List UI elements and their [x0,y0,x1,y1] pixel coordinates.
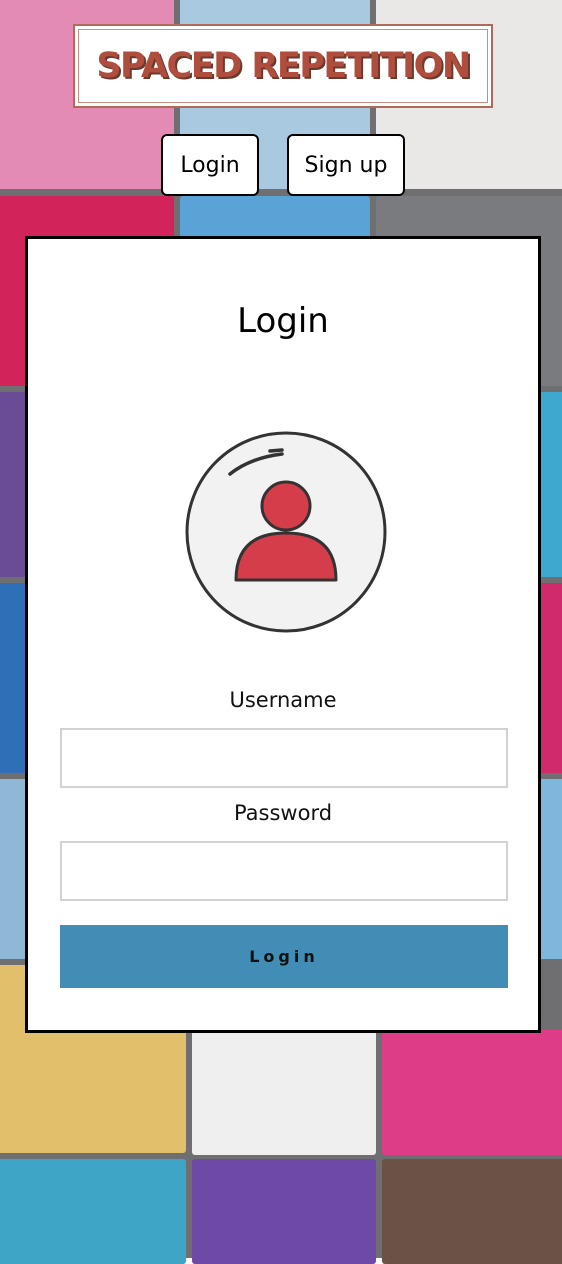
brand-banner: SPACED REPETITION [73,24,493,108]
user-avatar-icon [185,431,387,633]
nav-login-button[interactable]: Login [161,134,259,196]
username-label: Username [229,688,337,712]
nav-signup-button[interactable]: Sign up [287,134,405,196]
login-card: Login Username Password Login [25,236,541,1033]
username-input[interactable] [60,728,508,788]
top-nav: Login Sign up [0,134,562,196]
login-title: Login [237,301,329,341]
password-label: Password [233,801,333,825]
brand-title: SPACED REPETITION [96,46,471,86]
login-submit-button[interactable]: Login [60,925,508,988]
password-input[interactable] [60,841,508,901]
